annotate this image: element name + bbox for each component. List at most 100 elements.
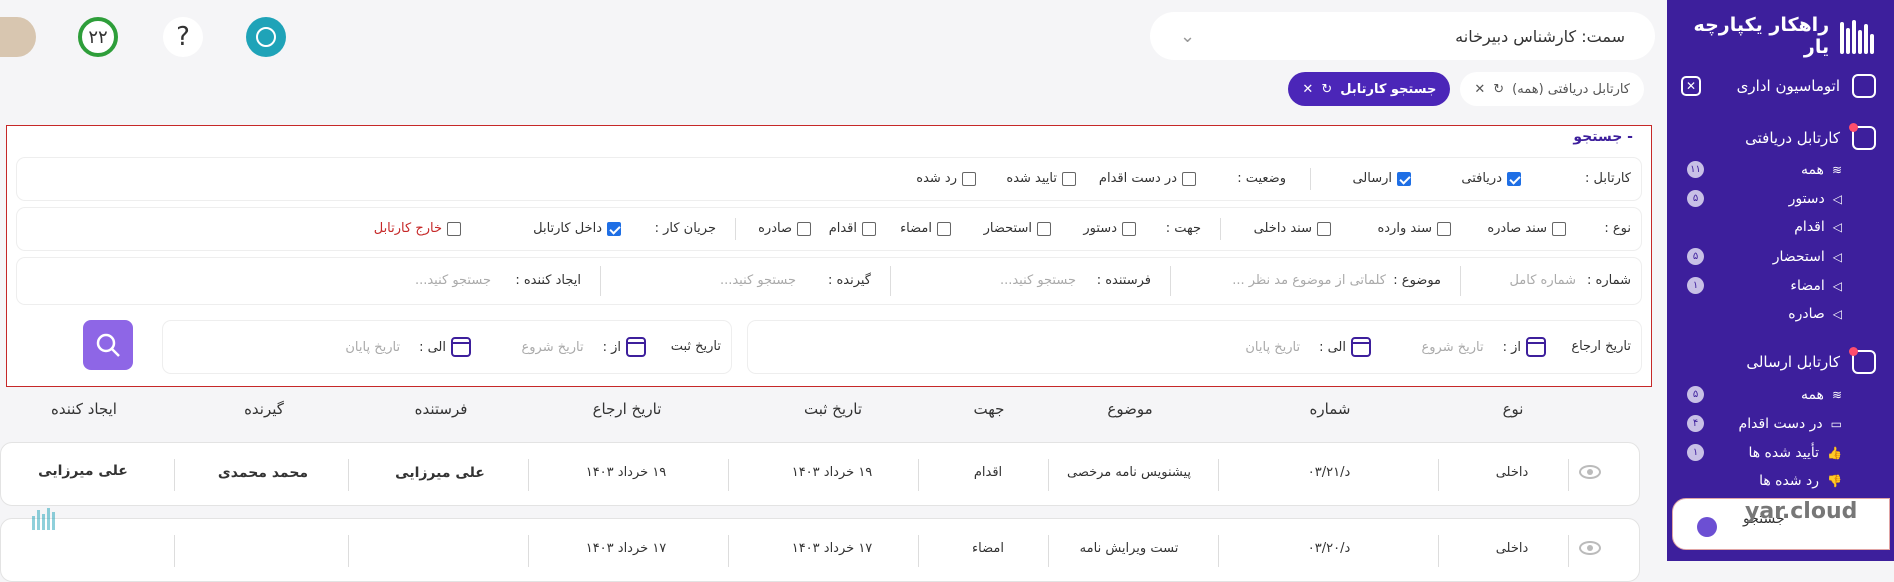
number-input[interactable]: شماره کامل — [1509, 273, 1576, 288]
triangle-left-icon: ◁ — [1832, 191, 1842, 206]
checkbox[interactable] — [1122, 221, 1136, 236]
start-date-input[interactable]: تاریخ شروع — [521, 340, 583, 355]
sender-input[interactable]: جستجو کنید... — [1000, 273, 1076, 288]
checkbox-issued[interactable]: صادره — [758, 221, 811, 236]
column-header[interactable]: موضوع — [1107, 400, 1152, 418]
table-row[interactable]: داخلی د/۰۳/۲۰ تست ویرایش نامه امضاء ۱۷ خ… — [0, 518, 1640, 582]
close-icon[interactable]: ✕ — [1681, 76, 1701, 96]
sidebar-item-search[interactable]: جستجو yar.cloud — [1672, 498, 1890, 550]
count-badge: ۱ — [1687, 444, 1704, 461]
avatar[interactable] — [0, 17, 36, 57]
checkbox-sign[interactable]: امضاء — [900, 221, 951, 236]
sidebar-item-received-info[interactable]: ◁ استحضار ۵ — [1687, 248, 1842, 265]
eye-icon[interactable] — [1579, 465, 1601, 479]
sidebar-item-received-sign[interactable]: ◁ امضاء ۱ — [1687, 277, 1842, 294]
checkbox[interactable] — [962, 171, 976, 186]
sidebar-item-label: همه — [1800, 161, 1824, 178]
sidebar-section-sent[interactable]: کارتابل ارسالی — [1681, 347, 1876, 374]
refresh-icon[interactable]: ↻ — [1321, 82, 1332, 97]
column-header[interactable]: ایجاد کننده — [51, 400, 117, 418]
receiver-label: گیرنده : — [827, 273, 871, 288]
tab-received-all[interactable]: کارتابل دریافتی (همه) ↻ ✕ — [1460, 72, 1644, 106]
checkbox[interactable] — [862, 221, 876, 236]
checkbox-info[interactable]: استحضار — [984, 221, 1051, 236]
checkbox[interactable] — [1037, 221, 1051, 236]
sidebar-section-received[interactable]: کارتابل دریافتی — [1681, 123, 1876, 150]
checkbox-received[interactable]: دریافتی — [1461, 171, 1521, 186]
checkbox[interactable] — [937, 221, 951, 236]
checkbox[interactable] — [1507, 171, 1521, 186]
checkbox-issued-doc[interactable]: سند صادره — [1487, 221, 1566, 236]
column-header[interactable]: نوع — [1503, 400, 1524, 418]
refer-date-label: تاریخ ارجاع — [1571, 339, 1631, 354]
checkbox[interactable] — [447, 221, 461, 236]
checkbox-order[interactable]: دستور — [1083, 221, 1136, 236]
end-date-input[interactable]: تاریخ پایان — [1245, 340, 1300, 355]
receiver-input[interactable]: جستجو کنید... — [720, 273, 796, 288]
sidebar-item-received-issued[interactable]: ◁ صادره — [1687, 306, 1842, 322]
tab-search-cartable[interactable]: جستجو کارتابل ↻ ✕ — [1288, 72, 1451, 106]
checkbox-incoming-doc[interactable]: سند وارده — [1377, 221, 1451, 236]
checkbox[interactable] — [1552, 221, 1566, 236]
checkbox-label: سند داخلی — [1253, 221, 1312, 236]
reg-date-to[interactable]: الی : تاریخ پایان — [345, 337, 471, 357]
sidebar-item-sent-approved[interactable]: 👍 تأیید شده ها ۱ — [1687, 444, 1842, 461]
checkbox-approved[interactable]: تایید شده — [1006, 171, 1076, 186]
layers-icon: ≋ — [1831, 387, 1842, 402]
checkbox[interactable] — [797, 221, 811, 236]
help-button[interactable]: ? — [163, 17, 203, 57]
checkbox-in-progress[interactable]: در دست اقدام — [1099, 171, 1196, 186]
sidebar-item-automation[interactable]: اتوماسیون اداری ✕ — [1681, 74, 1876, 98]
checkbox-outside-cartable[interactable]: خارج کارتابل — [374, 221, 461, 236]
sidebar-item-sent-rejected[interactable]: 👎 رد شده ها — [1687, 473, 1842, 489]
start-date-input[interactable]: تاریخ شروع — [1421, 340, 1483, 355]
column-header[interactable]: تاریخ ارجاع — [593, 400, 662, 418]
sidebar-item-received-all[interactable]: ≋ همه ۱۱ — [1687, 161, 1842, 178]
table-row[interactable]: داخلی د/۰۳/۲۱ پیشنویس نامه مرخصی اقدام ۱… — [0, 442, 1640, 506]
column-header[interactable]: فرستنده — [415, 400, 468, 418]
subject-input[interactable]: کلماتی از موضوع مد نظر ... — [1232, 273, 1386, 288]
checkbox[interactable] — [1397, 171, 1411, 186]
reg-date-from[interactable]: از : تاریخ شروع — [521, 337, 646, 357]
role-select[interactable]: سمت: کارشناس دبیرخانه ⌄ — [1150, 12, 1655, 60]
refresh-icon[interactable]: ↻ — [1493, 82, 1504, 97]
column-header[interactable]: جهت — [974, 400, 1005, 418]
checkbox-sent[interactable]: ارسالی — [1352, 171, 1411, 186]
creator-input[interactable]: جستجو کنید... — [415, 273, 491, 288]
cell-number: د/۰۳/۲۱ — [1307, 465, 1351, 480]
column-header[interactable]: شماره — [1310, 400, 1351, 418]
close-icon[interactable]: ✕ — [1302, 82, 1313, 97]
count-badge: ۵ — [1687, 248, 1704, 265]
checkbox[interactable] — [1182, 171, 1196, 186]
close-icon[interactable]: ✕ — [1474, 82, 1485, 97]
workflow-label: جریان کار : — [654, 221, 716, 236]
checkbox-action[interactable]: اقدام — [829, 221, 876, 236]
end-date-input[interactable]: تاریخ پایان — [345, 340, 400, 355]
column-header[interactable]: گیرنده — [244, 400, 284, 418]
sidebar-item-sent-inprogress[interactable]: ▭ در دست اقدام ۴ — [1687, 415, 1842, 432]
checkbox[interactable] — [607, 221, 621, 236]
checkbox-inside-cartable[interactable]: داخل کارتابل — [533, 221, 621, 236]
cell-creator: علی میرزایی — [38, 463, 128, 479]
sidebar-item-sent-all[interactable]: ≋ همه ۵ — [1687, 386, 1842, 403]
checkbox-rejected[interactable]: رد شده — [916, 171, 976, 186]
checkbox[interactable] — [1437, 221, 1451, 236]
cartable-label: کارتابل : — [1585, 171, 1631, 186]
chat-icon[interactable] — [246, 17, 286, 57]
refer-date-to[interactable]: الی : تاریخ پایان — [1245, 337, 1371, 357]
refer-date-from[interactable]: از : تاریخ شروع — [1421, 337, 1546, 357]
search-panel-title: - جستجو — [1573, 129, 1633, 145]
checkbox-internal-doc[interactable]: سند داخلی — [1254, 221, 1331, 236]
checkbox[interactable] — [1317, 221, 1331, 236]
sidebar-item-label: اتوماسیون اداری — [1736, 77, 1840, 95]
table-header: نوع شماره موضوع جهت تاریخ ثبت تاریخ ارجا… — [0, 400, 1650, 424]
checkbox[interactable] — [1062, 171, 1076, 186]
sidebar-item-received-action[interactable]: ◁ اقدام — [1687, 219, 1842, 235]
filter-row-text: شماره : شماره کامل موضوع : کلماتی از موض… — [17, 258, 1641, 304]
search-button[interactable] — [83, 320, 133, 370]
column-header[interactable]: تاریخ ثبت — [804, 400, 862, 418]
sidebar-item-received-order[interactable]: ◁ دستور ۵ — [1687, 190, 1842, 207]
sidebar-item-label: رد شده ها — [1759, 473, 1820, 489]
sidebar: راهکار یکپارچه یار اتوماسیون اداری ✕ کار… — [1667, 0, 1894, 561]
eye-icon[interactable] — [1579, 541, 1601, 555]
